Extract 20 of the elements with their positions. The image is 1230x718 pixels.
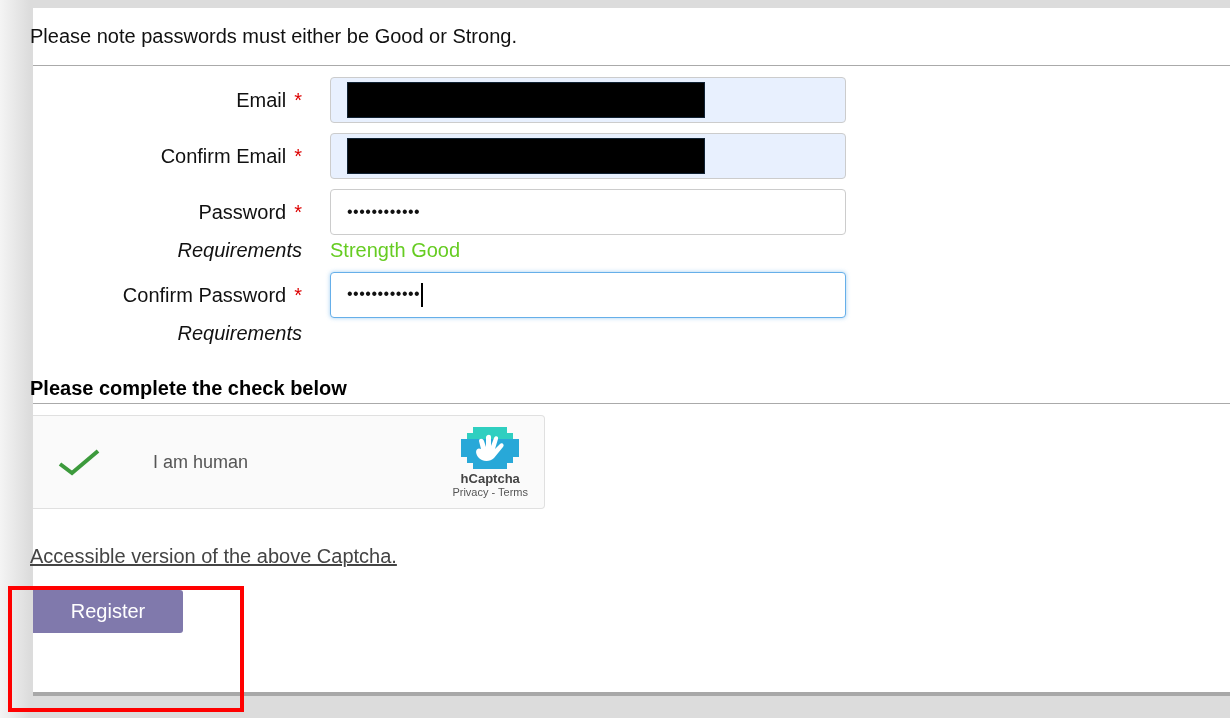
password-field[interactable]: ••••••••••••: [330, 272, 846, 318]
hand-logo-icon: [461, 426, 520, 469]
captcha-label: I am human: [153, 451, 249, 473]
captcha-links[interactable]: Privacy - Terms: [452, 485, 528, 498]
email-field[interactable]: [330, 77, 846, 123]
field-label: Password *: [197, 200, 302, 224]
email-field[interactable]: [330, 133, 846, 179]
field-label: Confirm Email *: [159, 144, 302, 168]
check-icon[interactable]: [57, 448, 101, 476]
captcha-brand: hCaptcha: [460, 470, 520, 486]
requirements-label: Requirements: [176, 239, 302, 262]
password-field[interactable]: ••••••••••••: [330, 189, 846, 235]
notice-text: Please note passwords must either be Good or Strong.: [30, 25, 518, 49]
accessible-captcha-link[interactable]: Accessible version of the above Captcha.: [30, 545, 397, 568]
field-label: Email *: [235, 88, 302, 112]
field-label: Confirm Password *: [121, 283, 302, 307]
register-button[interactable]: Register: [33, 590, 183, 633]
strength-text: Strength Good: [330, 239, 462, 262]
requirements-label: Requirements: [176, 322, 302, 345]
section-heading: Please complete the check below: [30, 377, 348, 401]
